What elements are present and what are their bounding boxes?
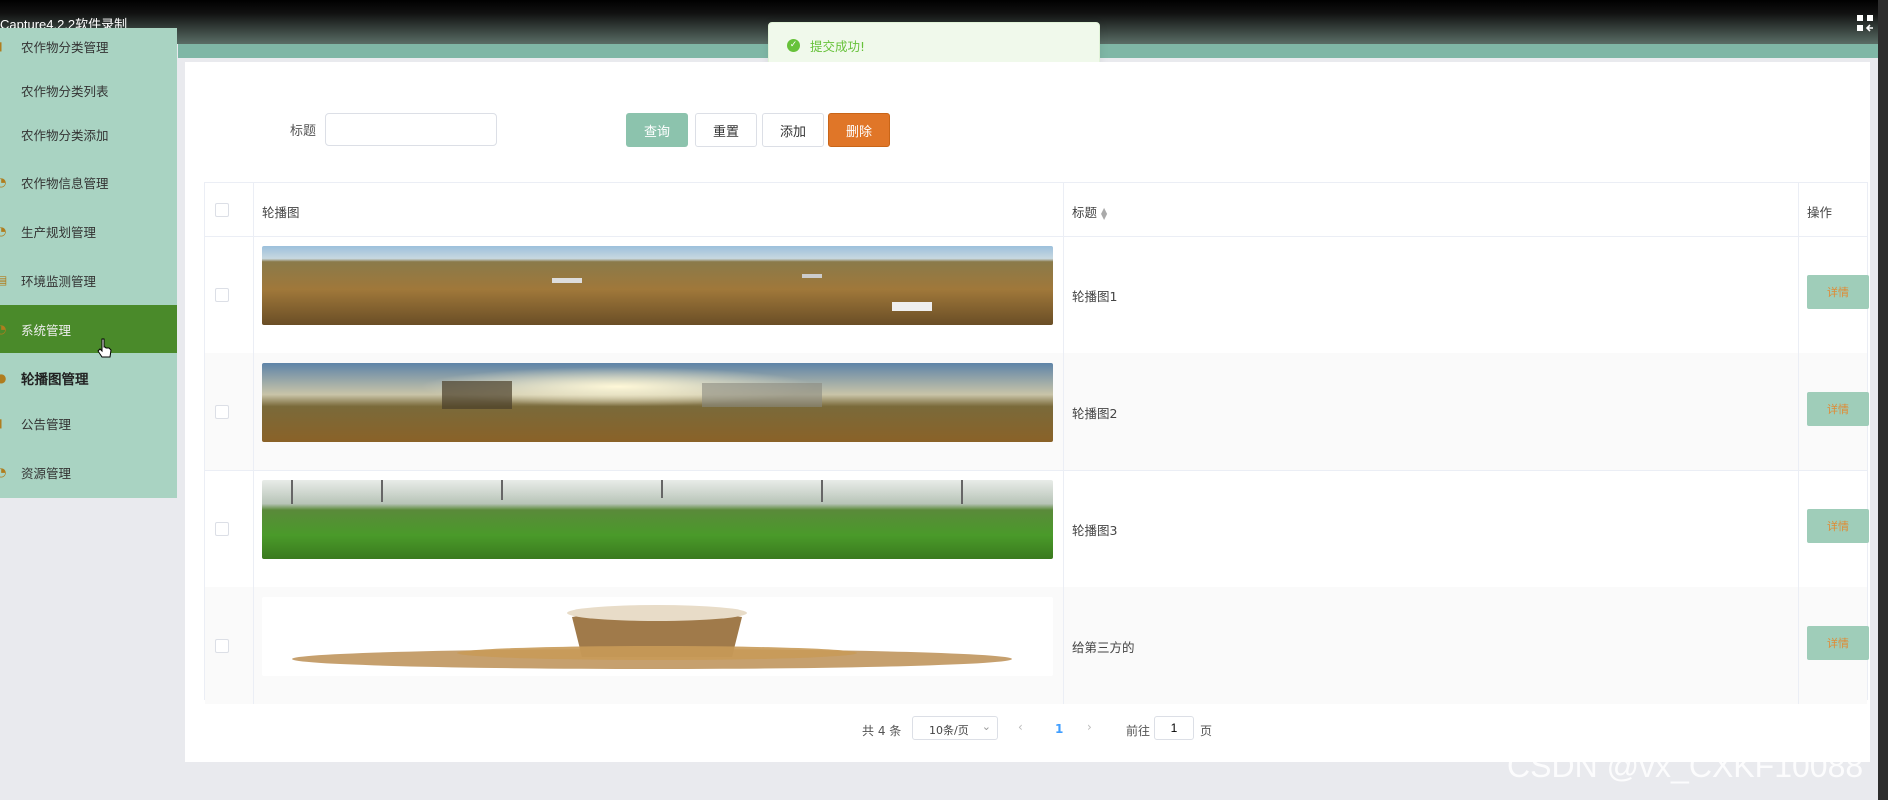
detail-button[interactable]: 详情 <box>1807 509 1869 543</box>
row-title: 轮播图3 <box>1072 523 1118 538</box>
sidebar-item-system-management[interactable]: ◔ 系统管理 <box>0 305 177 353</box>
pagination-total: 共 4 条 <box>862 724 902 738</box>
row-title: 给第三方的 <box>1072 640 1135 655</box>
row-title: 轮播图2 <box>1072 406 1118 421</box>
row-checkbox[interactable] <box>215 405 229 419</box>
goto-label: 前往 <box>1126 724 1151 738</box>
sidebar-item-announcement-management[interactable]: ▮ 公告管理 <box>0 399 177 447</box>
sidebar-item-label: 资源管理 <box>21 465 72 481</box>
sidebar-item-resource-management[interactable]: ◔ 资源管理 <box>0 448 177 496</box>
clock-icon: ◔ <box>0 322 7 336</box>
title-search-input[interactable] <box>325 113 497 146</box>
table-row: 给第三方的 详情 <box>205 587 1869 704</box>
row-checkbox[interactable] <box>215 288 229 302</box>
sidebar-item-label: 环境监测管理 <box>21 273 97 289</box>
greenhouse-vegetables-image <box>262 480 1053 559</box>
table-row: 轮播图2 详情 <box>205 353 1869 471</box>
sidebar-item-label: 生产规划管理 <box>21 224 97 240</box>
add-button[interactable]: 添加 <box>762 113 824 147</box>
doc-icon: ▤ <box>0 273 8 287</box>
sidebar-item-production-planning[interactable]: ◔ 生产规划管理 <box>0 207 177 255</box>
page-suffix: 页 <box>1200 724 1213 738</box>
row-checkbox[interactable] <box>215 639 229 653</box>
sort-icon[interactable]: ▲ ▼ <box>1101 206 1107 220</box>
chevron-down-icon: ⌄ <box>981 720 991 733</box>
page-number-current[interactable]: 1 <box>1055 722 1063 736</box>
sidebar-item-label: 农作物分类添加 <box>21 127 109 143</box>
delete-button[interactable]: 删除 <box>828 113 890 147</box>
page-size-select[interactable]: 10条/页 ⌄ <box>912 716 998 740</box>
goto-page-input[interactable] <box>1154 716 1194 740</box>
carousel-table: 轮播图 标题 ▲ ▼ 操作 轮播图1 详情 轮播图2 详情 轮播图3 详情 给第… <box>204 182 1869 704</box>
harvester-sunset-image <box>262 363 1053 442</box>
clock-icon: ◔ <box>0 465 7 479</box>
grain-sack-image <box>262 597 1053 676</box>
detail-button[interactable]: 详情 <box>1807 626 1869 660</box>
farmland-harvest-image <box>262 246 1053 325</box>
bar-chart-icon: ▮ <box>0 39 3 53</box>
pin-icon: ● <box>0 371 7 385</box>
table-row: 轮播图3 详情 <box>205 470 1869 588</box>
prev-page-icon[interactable]: ‹ <box>1018 720 1023 734</box>
sidebar-item-environment-monitoring[interactable]: ▤ 环境监测管理 <box>0 256 177 304</box>
header-image: 轮播图 <box>262 205 300 220</box>
row-checkbox[interactable] <box>215 522 229 536</box>
clock-icon: ◔ <box>0 175 7 189</box>
mouse-pointer-icon <box>97 338 112 358</box>
check-circle-icon: ✓ <box>787 38 800 52</box>
table-header: 轮播图 标题 ▲ ▼ 操作 <box>205 183 1867 237</box>
bar-chart-icon: ▮ <box>0 416 3 430</box>
toast-message: 提交成功! <box>810 38 866 54</box>
sidebar-item-crop-category-add[interactable]: 农作物分类添加 <box>0 112 177 156</box>
header-actions: 操作 <box>1807 205 1833 220</box>
clock-icon: ◔ <box>0 224 7 238</box>
query-button[interactable]: 查询 <box>626 113 688 147</box>
sidebar-item-crop-category-list[interactable]: 农作物分类列表 <box>0 68 177 112</box>
window-edge <box>1878 0 1888 800</box>
table-row: 轮播图1 详情 <box>205 236 1869 354</box>
header-title-sortable[interactable]: 标题 ▲ ▼ <box>1072 202 1107 221</box>
watermark: CSDN @vx_CXKF10088 <box>1507 748 1864 784</box>
sidebar-item-label: 农作物分类管理 <box>21 39 109 55</box>
exit-fullscreen-icon[interactable] <box>1856 14 1874 32</box>
sidebar-item-carousel-management[interactable]: ● 轮播图管理 <box>0 354 177 402</box>
detail-button[interactable]: 详情 <box>1807 275 1869 309</box>
title-search-label: 标题 <box>290 124 317 139</box>
sidebar-item-label: 农作物分类列表 <box>21 83 109 99</box>
sidebar: ▮ 农作物分类管理 农作物分类列表 农作物分类添加 ◔ 农作物信息管理 ◔ 生产… <box>0 28 177 498</box>
sidebar-item-label: 公告管理 <box>21 416 72 432</box>
next-page-icon[interactable]: › <box>1087 720 1092 734</box>
sidebar-item-label: 系统管理 <box>21 322 72 338</box>
detail-button[interactable]: 详情 <box>1807 392 1869 426</box>
page-size-value: 10条/页 <box>929 724 969 737</box>
sidebar-item-label: 农作物信息管理 <box>21 175 109 191</box>
select-all-checkbox[interactable] <box>215 203 229 217</box>
row-title: 轮播图1 <box>1072 289 1118 304</box>
sidebar-item-crop-info-management[interactable]: ◔ 农作物信息管理 <box>0 158 177 206</box>
header-title-label: 标题 <box>1072 205 1098 220</box>
sidebar-item-label: 轮播图管理 <box>21 372 89 388</box>
reset-button[interactable]: 重置 <box>695 113 757 147</box>
sidebar-item-crop-category-management[interactable]: ▮ 农作物分类管理 <box>0 28 177 64</box>
